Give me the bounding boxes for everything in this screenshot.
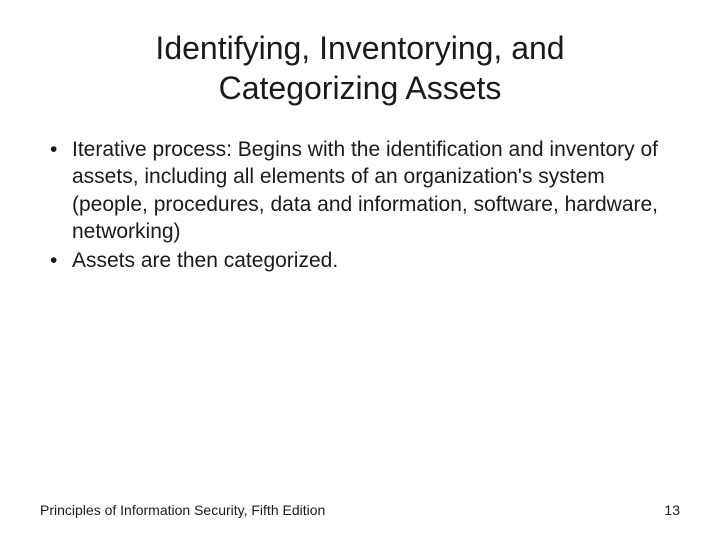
footer-page-number: 13: [664, 502, 680, 518]
bullet-list: Iterative process: Begins with the ident…: [40, 136, 680, 274]
list-item: Assets are then categorized.: [46, 247, 680, 274]
footer: Principles of Information Security, Fift…: [40, 502, 680, 518]
slide-title: Identifying, Inventorying, and Categoriz…: [80, 28, 640, 108]
list-item: Iterative process: Begins with the ident…: [46, 136, 680, 245]
slide: Identifying, Inventorying, and Categoriz…: [0, 0, 720, 540]
footer-source: Principles of Information Security, Fift…: [40, 502, 325, 518]
